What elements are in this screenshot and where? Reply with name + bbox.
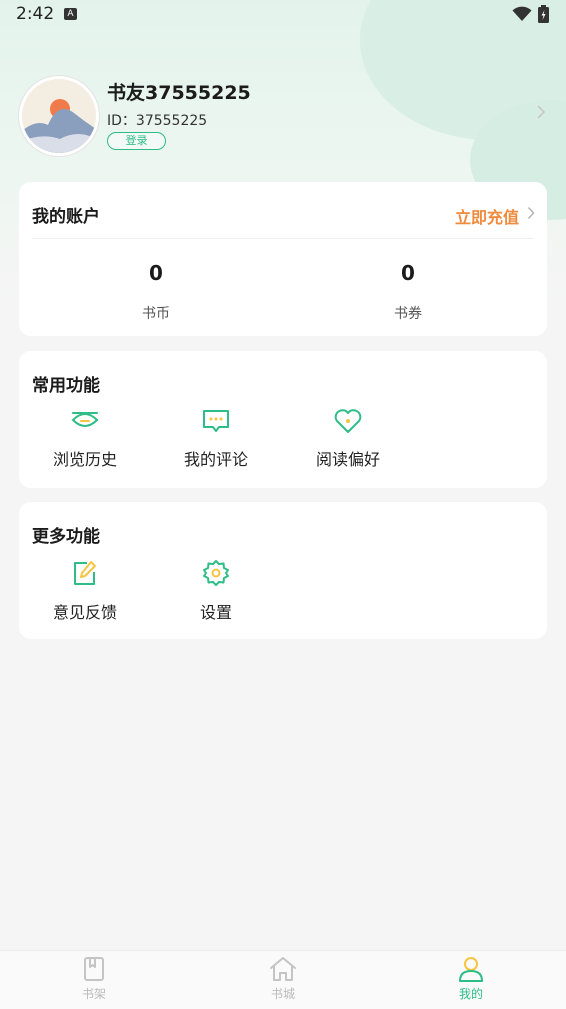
voucher-label: 书券 [394,306,422,322]
username: 书友37555225 [107,82,251,104]
coin-balance[interactable]: 0 书币 [96,261,216,323]
tab-bookstore-label: 书城 [270,987,295,1001]
battery-icon [538,5,549,23]
status-bar: 2:42 A [0,0,566,28]
tab-mine-label: 我的 [458,987,483,1001]
gear-icon [203,560,229,586]
voucher-balance[interactable]: 0 书券 [348,261,468,323]
heart-icon [334,409,362,433]
reading-preference-button[interactable]: 阅读偏好 [303,408,393,470]
more-functions-card: 更多功能 意见反馈 设置 [19,502,547,639]
recharge-link[interactable]: 立即充值 [455,204,519,228]
coin-value: 0 [149,261,163,285]
settings-label: 设置 [199,603,232,622]
login-button[interactable]: 登录 [107,132,166,150]
tab-bookshelf[interactable]: 书架 [54,955,134,1002]
notification-a-icon: A [64,8,77,20]
account-card: 我的账户 立即充值 0 书币 0 书券 [19,182,547,336]
more-functions-title: 更多功能 [32,527,100,547]
avatar[interactable] [19,76,99,156]
browse-history-button[interactable]: 浏览历史 [40,408,130,470]
my-comments-label: 我的评论 [183,450,248,469]
reading-preference-label: 阅读偏好 [315,450,380,469]
account-title: 我的账户 [32,207,100,227]
wifi-icon [512,6,532,21]
person-icon [459,957,483,982]
feedback-button[interactable]: 意见反馈 [40,559,130,623]
coin-label: 书币 [142,306,170,322]
tab-bookshelf-label: 书架 [81,987,106,1001]
tab-bookstore[interactable]: 书城 [243,955,323,1002]
browse-history-label: 浏览历史 [52,450,117,469]
chevron-right-icon[interactable] [536,104,546,120]
feedback-label: 意见反馈 [52,603,117,622]
status-time: 2:42 [16,4,55,24]
user-id: ID：37555225 [107,113,208,129]
bottom-tab-bar: 书架 书城 我的 [0,950,566,1009]
avatar-landscape-icon [22,79,96,153]
common-functions-title: 常用功能 [32,376,100,396]
feedback-edit-icon [74,561,96,585]
settings-button[interactable]: 设置 [171,559,261,623]
divider [32,238,534,239]
common-functions-card: 常用功能 浏览历史 我的评论 阅读偏好 [19,351,547,488]
chevron-right-icon[interactable] [527,206,535,220]
comment-icon [203,410,229,432]
tab-mine[interactable]: 我的 [431,955,511,1002]
bookshelf-icon [84,957,104,981]
voucher-value: 0 [401,261,415,285]
eye-icon [71,412,99,427]
my-comments-button[interactable]: 我的评论 [171,408,261,470]
home-icon [270,957,296,981]
